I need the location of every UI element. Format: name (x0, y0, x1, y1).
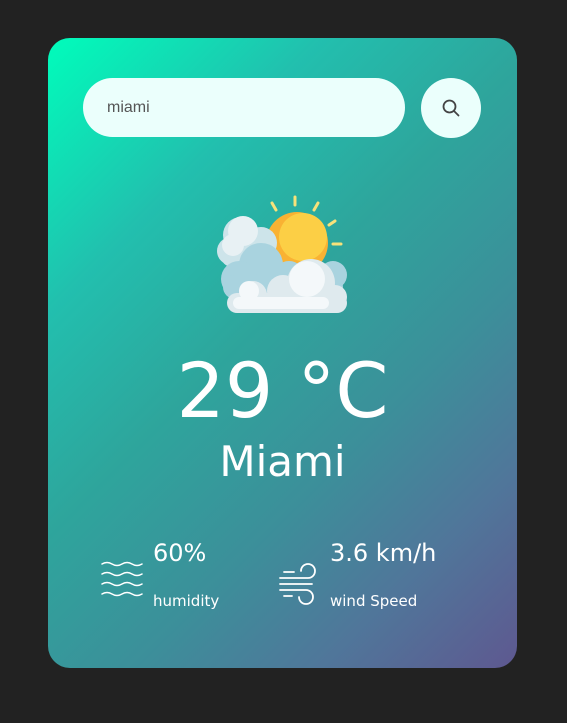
search-input[interactable] (83, 78, 405, 137)
weather-card: 29 °C Miami 60% humidity 3.6 km/h wind S… (48, 38, 517, 668)
humidity-value: 60% (153, 539, 207, 567)
temperature-value: 29 °C (176, 346, 389, 435)
wind-label: wind Speed (330, 592, 418, 610)
wind-value: 3.6 km/h (330, 539, 437, 567)
humidity-icon (101, 561, 143, 597)
wind-icon (279, 563, 316, 605)
humidity-stat: 60% humidity (101, 533, 291, 613)
wind-stat: 3.6 km/h wind Speed (278, 533, 488, 613)
partly-cloudy-icon (217, 195, 347, 313)
search-icon (442, 99, 460, 117)
humidity-label: humidity (153, 592, 220, 610)
search-button[interactable] (421, 78, 481, 138)
city-name: Miami (219, 437, 346, 486)
